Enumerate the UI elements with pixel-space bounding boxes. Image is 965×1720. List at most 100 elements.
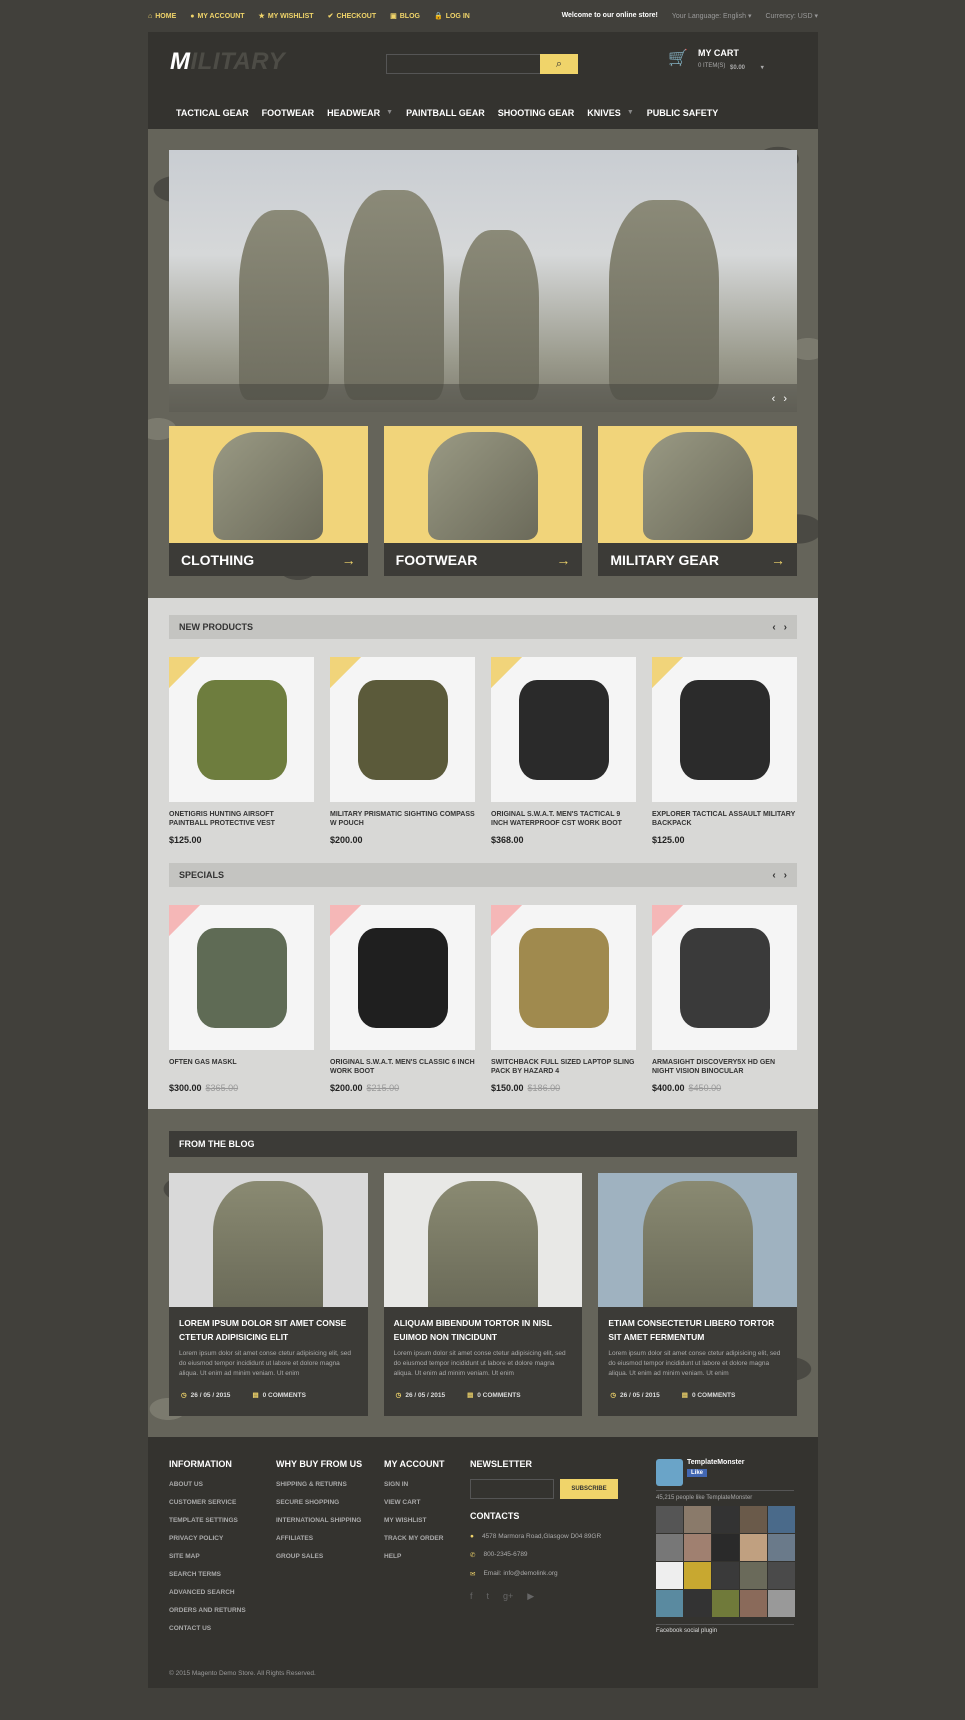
slider-next-icon[interactable]: › — [783, 393, 787, 405]
product-card[interactable]: NEW ONETIGRIS HUNTING AIRSOFT PAINTBALL P… — [169, 657, 314, 845]
product-image[interactable]: SALE — [652, 905, 797, 1050]
product-name[interactable]: ARMASIGHT DISCOVERY5X HD GEN NIGHT VISIO… — [652, 1058, 797, 1078]
product-card[interactable]: SALE ORIGINAL S.W.A.T. MEN'S CLASSIC 6 IN… — [330, 905, 475, 1093]
nav-tactical-gear[interactable]: TACTICAL GEAR — [176, 108, 249, 118]
currency-select[interactable]: Currency: USD ▾ — [765, 12, 818, 20]
blog-post-title[interactable]: LOREM IPSUM DOLOR SIT AMET CONSE CTETUR … — [169, 1307, 368, 1345]
footer-link[interactable]: SITE MAP — [169, 1553, 246, 1560]
facebook-icon[interactable]: f — [470, 1591, 473, 1602]
product-name[interactable]: ORIGINAL S.W.A.T. MEN'S CLASSIC 6 INCH W… — [330, 1058, 475, 1078]
post-comments[interactable]: ▤ 0 COMMENTS — [682, 1391, 736, 1399]
product-card[interactable]: SALE OFTEN GAS MASKL $300.00$365.00 — [169, 905, 314, 1093]
post-comments[interactable]: ▤ 0 COMMENTS — [252, 1391, 306, 1399]
hero-slider[interactable]: ‹ › — [169, 150, 797, 412]
carousel-next-icon[interactable]: › — [784, 622, 787, 633]
nav-knives[interactable]: KNIVES ▼ — [587, 108, 633, 118]
footer-link[interactable]: SIGN IN — [384, 1481, 445, 1488]
footer-link[interactable]: GROUP SALES — [276, 1553, 362, 1560]
footer-link[interactable]: ORDERS AND RETURNS — [169, 1607, 246, 1614]
footer-link[interactable]: CONTACT US — [169, 1625, 246, 1632]
fan-avatar[interactable] — [712, 1562, 739, 1589]
slider-prev-icon[interactable]: ‹ — [772, 393, 776, 405]
footer-link[interactable]: VIEW CART — [384, 1499, 445, 1506]
product-name[interactable]: EXPLORER TACTICAL ASSAULT MILITARY BACKP… — [652, 810, 797, 830]
fan-avatar[interactable] — [768, 1506, 795, 1533]
blog-post-title[interactable]: ETIAM CONSECTETUR LIBERO TORTOR SIT AMET… — [598, 1307, 797, 1345]
nav-public-safety[interactable]: PUBLIC SAFETY — [647, 108, 719, 118]
fan-avatar[interactable] — [740, 1562, 767, 1589]
footer-link[interactable]: HELP — [384, 1553, 445, 1560]
footer-link[interactable]: SEARCH TERMS — [169, 1571, 246, 1578]
facebook-like-button[interactable]: Like — [687, 1469, 708, 1477]
fan-avatar[interactable] — [656, 1534, 683, 1561]
fan-avatar[interactable] — [740, 1534, 767, 1561]
product-card[interactable]: SALE ARMASIGHT DISCOVERY5X HD GEN NIGHT V… — [652, 905, 797, 1093]
fan-avatar[interactable] — [684, 1506, 711, 1533]
search-input[interactable] — [386, 54, 546, 74]
facebook-plugin-link[interactable]: Facebook social plugin — [656, 1624, 794, 1634]
footer-link[interactable]: TRACK MY ORDER — [384, 1535, 445, 1542]
footer-link[interactable]: ADVANCED SEARCH — [169, 1589, 246, 1596]
subscribe-button[interactable]: SUBSCRIBE — [560, 1479, 618, 1499]
product-image[interactable]: NEW — [652, 657, 797, 802]
product-card[interactable]: NEW MILITARY PRISMATIC SIGHTING COMPASS W… — [330, 657, 475, 845]
fan-avatar[interactable] — [684, 1562, 711, 1589]
product-name[interactable]: SWITCHBACK FULL SIZED LAPTOP SLING PACK … — [491, 1058, 636, 1078]
logo[interactable]: MILITARY — [170, 48, 285, 76]
product-card[interactable]: SALE SWITCHBACK FULL SIZED LAPTOP SLING P… — [491, 905, 636, 1093]
product-image[interactable]: NEW — [330, 657, 475, 802]
twitter-icon[interactable]: t — [487, 1591, 490, 1602]
product-card[interactable]: NEW EXPLORER TACTICAL ASSAULT MILITARY BA… — [652, 657, 797, 845]
fan-avatar[interactable] — [768, 1590, 795, 1617]
footer-link[interactable]: MY WISHLIST — [384, 1517, 445, 1524]
category-military-gear[interactable]: MILITARY GEAR → — [598, 426, 798, 576]
product-image[interactable]: NEW — [491, 657, 636, 802]
fan-avatar[interactable] — [656, 1562, 683, 1589]
footer-link[interactable]: ABOUT US — [169, 1481, 246, 1488]
nav-headwear[interactable]: HEADWEAR ▼ — [327, 108, 393, 118]
footer-link[interactable]: AFFILIATES — [276, 1535, 362, 1542]
top-link-my-account[interactable]: ● MY ACCOUNT — [190, 12, 244, 20]
product-name[interactable]: OFTEN GAS MASKL — [169, 1058, 314, 1078]
fan-avatar[interactable] — [712, 1590, 739, 1617]
blog-post-image[interactable] — [169, 1173, 368, 1307]
footer-link[interactable]: PRIVACY POLICY — [169, 1535, 246, 1542]
post-comments[interactable]: ▤ 0 COMMENTS — [467, 1391, 521, 1399]
fan-avatar[interactable] — [656, 1506, 683, 1533]
product-image[interactable]: SALE — [169, 905, 314, 1050]
top-link-blog[interactable]: ▣ BLOG — [390, 12, 420, 21]
fan-avatar[interactable] — [768, 1562, 795, 1589]
product-name[interactable]: ORIGINAL S.W.A.T. MEN'S TACTICAL 9 INCH … — [491, 810, 636, 830]
footer-link[interactable]: SECURE SHOPPING — [276, 1499, 362, 1506]
product-card[interactable]: NEW ORIGINAL S.W.A.T. MEN'S TACTICAL 9 IN… — [491, 657, 636, 845]
blog-post-image[interactable] — [383, 1173, 583, 1307]
mini-cart[interactable]: 🛒 MY CART 0 ITEM(S) $0.00 ▾ — [668, 48, 764, 71]
language-select[interactable]: Your Language: English ▾ — [672, 12, 752, 20]
footer-link[interactable]: CUSTOMER SERVICE — [169, 1499, 246, 1506]
fan-avatar[interactable] — [740, 1506, 767, 1533]
top-link-home[interactable]: ⌂ HOME — [148, 12, 176, 20]
fan-avatar[interactable] — [712, 1506, 739, 1533]
footer-link[interactable]: TEMPLATE SETTINGS — [169, 1517, 246, 1524]
top-link-checkout[interactable]: ✔ CHECKOUT — [328, 12, 377, 21]
carousel-prev-icon[interactable]: ‹ — [772, 622, 775, 633]
top-link-wishlist[interactable]: ★ MY WISHLIST — [259, 12, 314, 21]
carousel-prev-icon[interactable]: ‹ — [772, 870, 775, 881]
nav-footwear[interactable]: FOOTWEAR — [262, 108, 315, 118]
category-footwear[interactable]: FOOTWEAR → — [383, 426, 583, 576]
fan-avatar[interactable] — [740, 1590, 767, 1617]
fan-avatar[interactable] — [656, 1590, 683, 1617]
nav-paintball-gear[interactable]: PAINTBALL GEAR — [406, 108, 485, 118]
google-plus-icon[interactable]: g+ — [503, 1591, 513, 1602]
product-name[interactable]: ONETIGRIS HUNTING AIRSOFT PAINTBALL PROT… — [169, 810, 314, 830]
product-image[interactable]: SALE — [491, 905, 636, 1050]
fan-avatar[interactable] — [768, 1534, 795, 1561]
fan-avatar[interactable] — [712, 1534, 739, 1561]
fan-avatar[interactable] — [684, 1534, 711, 1561]
footer-link[interactable]: SHIPPING & RETURNS — [276, 1481, 362, 1488]
fan-avatar[interactable] — [684, 1590, 711, 1617]
product-name[interactable]: MILITARY PRISMATIC SIGHTING COMPASS W PO… — [330, 810, 475, 830]
nav-shooting-gear[interactable]: SHOOTING GEAR — [498, 108, 575, 118]
youtube-icon[interactable]: ▶ — [527, 1591, 534, 1602]
newsletter-email-input[interactable] — [470, 1479, 554, 1499]
